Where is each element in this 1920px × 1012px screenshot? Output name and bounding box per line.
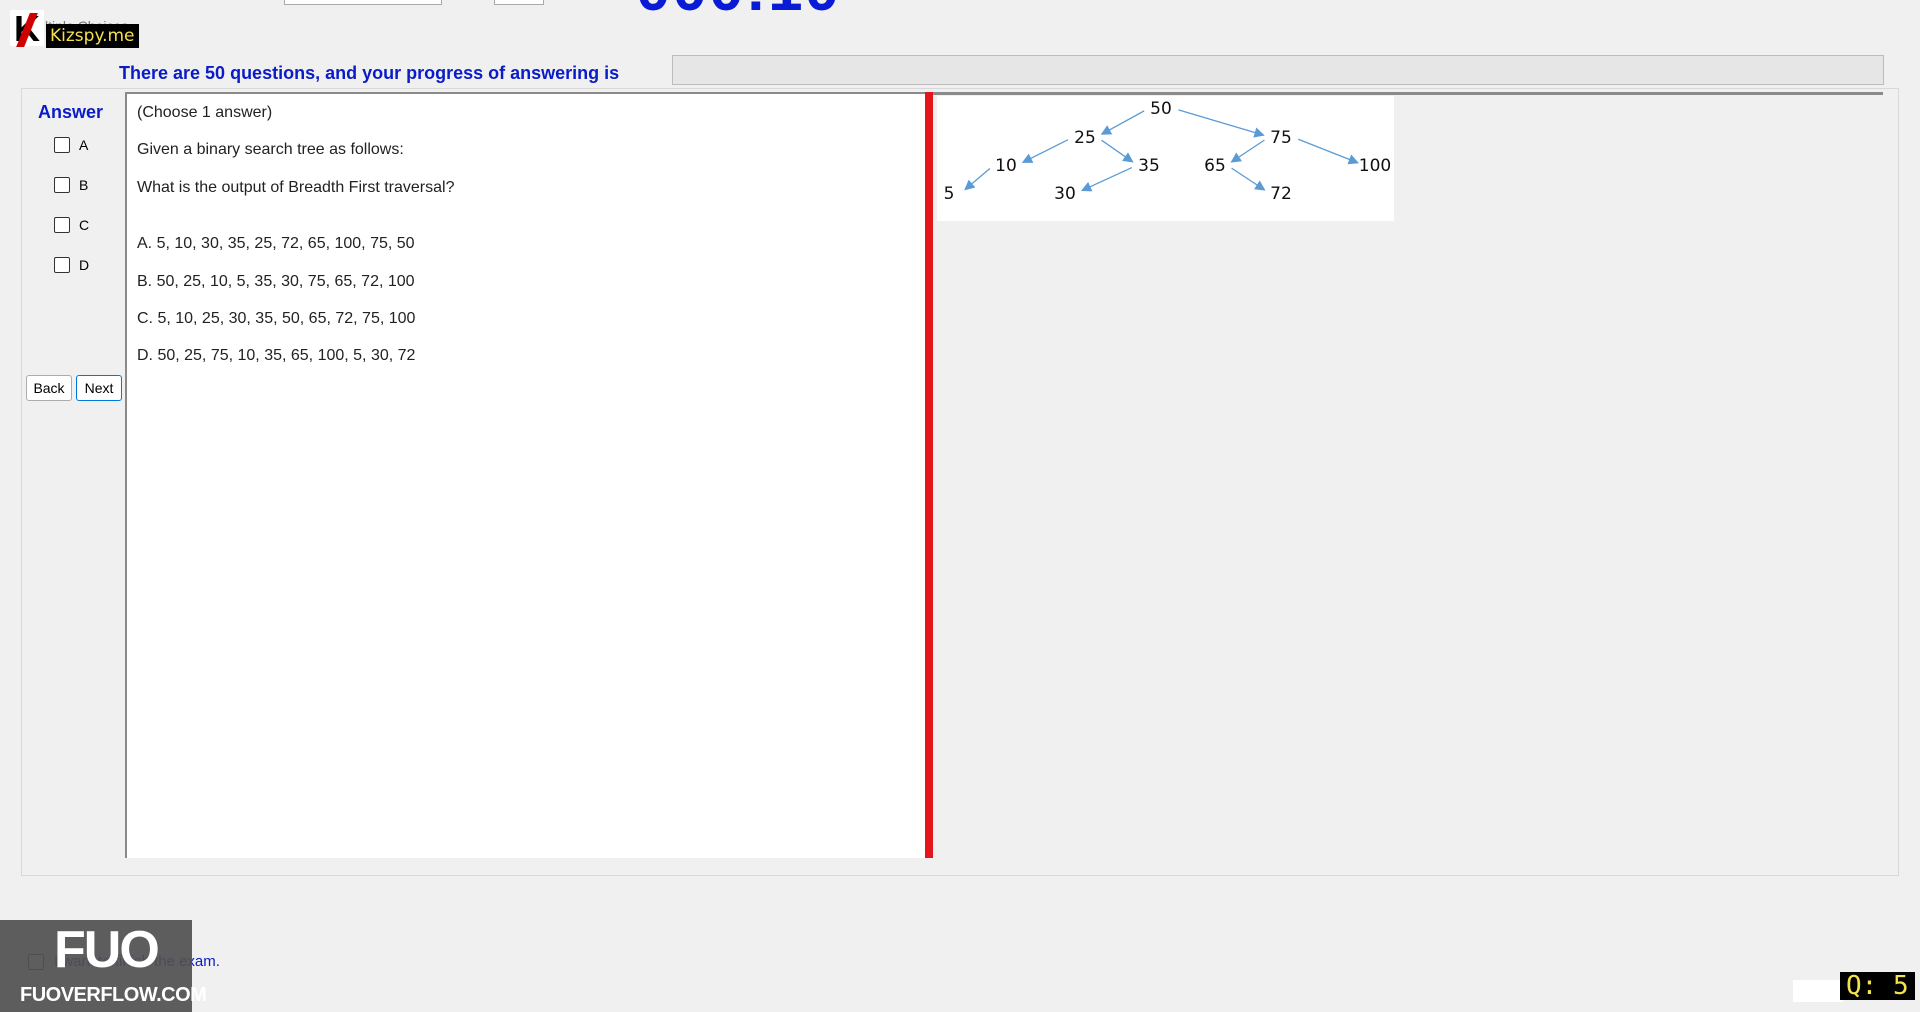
answer-choice-text: D. 50, 25, 75, 10, 35, 65, 100, 5, 30, 7…	[137, 347, 416, 364]
tree-edge	[1100, 110, 1145, 135]
tree-node-label: 50	[1150, 99, 1172, 119]
tree-node-label: 5	[944, 184, 955, 204]
answer-option-label: C	[79, 217, 90, 233]
kizspy-logo: K Kizspy.me	[10, 8, 139, 49]
fuo-logo-text: FUO	[54, 921, 160, 979]
tree-edge	[1101, 139, 1134, 163]
tree-node-label: 35	[1138, 156, 1160, 176]
tree-node-label: 65	[1204, 156, 1226, 176]
tree-edge	[1231, 167, 1266, 191]
question-line: Given a binary search tree as follows:	[137, 141, 404, 158]
answer-option-label: B	[79, 177, 89, 193]
tree-node-label: 100	[1359, 156, 1391, 176]
status-pill	[1793, 980, 1843, 1002]
progress-bar	[672, 55, 1884, 85]
answer-choice-text: B. 50, 25, 10, 5, 35, 30, 75, 65, 72, 10…	[137, 273, 415, 290]
answer-heading: Answer	[38, 102, 104, 122]
question-counter: Q: 5	[1840, 972, 1915, 1000]
question-line: (Choose 1 answer)	[137, 104, 273, 121]
tree-edge	[1230, 139, 1265, 163]
tree-node-label: 75	[1270, 128, 1292, 148]
answer-option-d[interactable]: D	[54, 257, 89, 273]
next-button[interactable]: Next	[76, 375, 122, 401]
tree-edge	[1178, 109, 1265, 138]
answer-option-label: A	[79, 137, 89, 153]
answer-option-a[interactable]: A	[54, 137, 88, 153]
top-combo-box[interactable]	[284, 0, 442, 5]
answer-option-c[interactable]: C	[54, 217, 89, 233]
tree-edge	[1298, 138, 1359, 165]
tree-node-label: 25	[1074, 128, 1096, 148]
tree-node-label: 10	[995, 156, 1017, 176]
tree-node-label: 72	[1270, 184, 1292, 204]
answer-choice-text: C. 5, 10, 25, 30, 35, 50, 65, 72, 75, 10…	[137, 310, 416, 327]
back-button[interactable]: Back	[26, 375, 72, 401]
progress-label: There are 50 questions, and your progres…	[119, 63, 620, 83]
answer-option-label: D	[79, 257, 90, 273]
answer-checkbox-c[interactable]	[54, 217, 70, 233]
question-line: What is the output of Breadth First trav…	[137, 179, 455, 196]
tree-edge	[964, 168, 991, 191]
tree-edge	[1080, 166, 1133, 192]
question-text-panel: (Choose 1 answer) Given a binary search t…	[125, 92, 927, 858]
k-logo-icon: K	[10, 8, 44, 49]
answer-checkbox-d[interactable]	[54, 257, 70, 273]
panel-splitter[interactable]	[925, 92, 933, 858]
tree-node-label: 30	[1054, 184, 1076, 204]
answer-option-b[interactable]: B	[54, 177, 88, 193]
answer-checkbox-b[interactable]	[54, 177, 70, 193]
timer-display: 000:10	[636, 0, 841, 25]
tree-edge	[1021, 139, 1069, 163]
logo-text: Kizspy.me	[46, 24, 139, 48]
binary-tree-image: 50 25 75 10 35 65 100 5 30 72	[937, 96, 1394, 221]
answer-checkbox-a[interactable]	[54, 137, 70, 153]
binary-tree-diagram: 50 25 75 10 35 65 100 5 30 72	[944, 99, 1392, 204]
answer-choice-text: A. 5, 10, 30, 35, 25, 72, 65, 100, 75, 5…	[137, 235, 415, 252]
fuoverflow-watermark: FUO FUOVERFLOW.COM	[0, 920, 207, 1012]
top-small-combo-box[interactable]	[494, 0, 544, 5]
fuo-site-text: FUOVERFLOW.COM	[20, 984, 207, 1006]
